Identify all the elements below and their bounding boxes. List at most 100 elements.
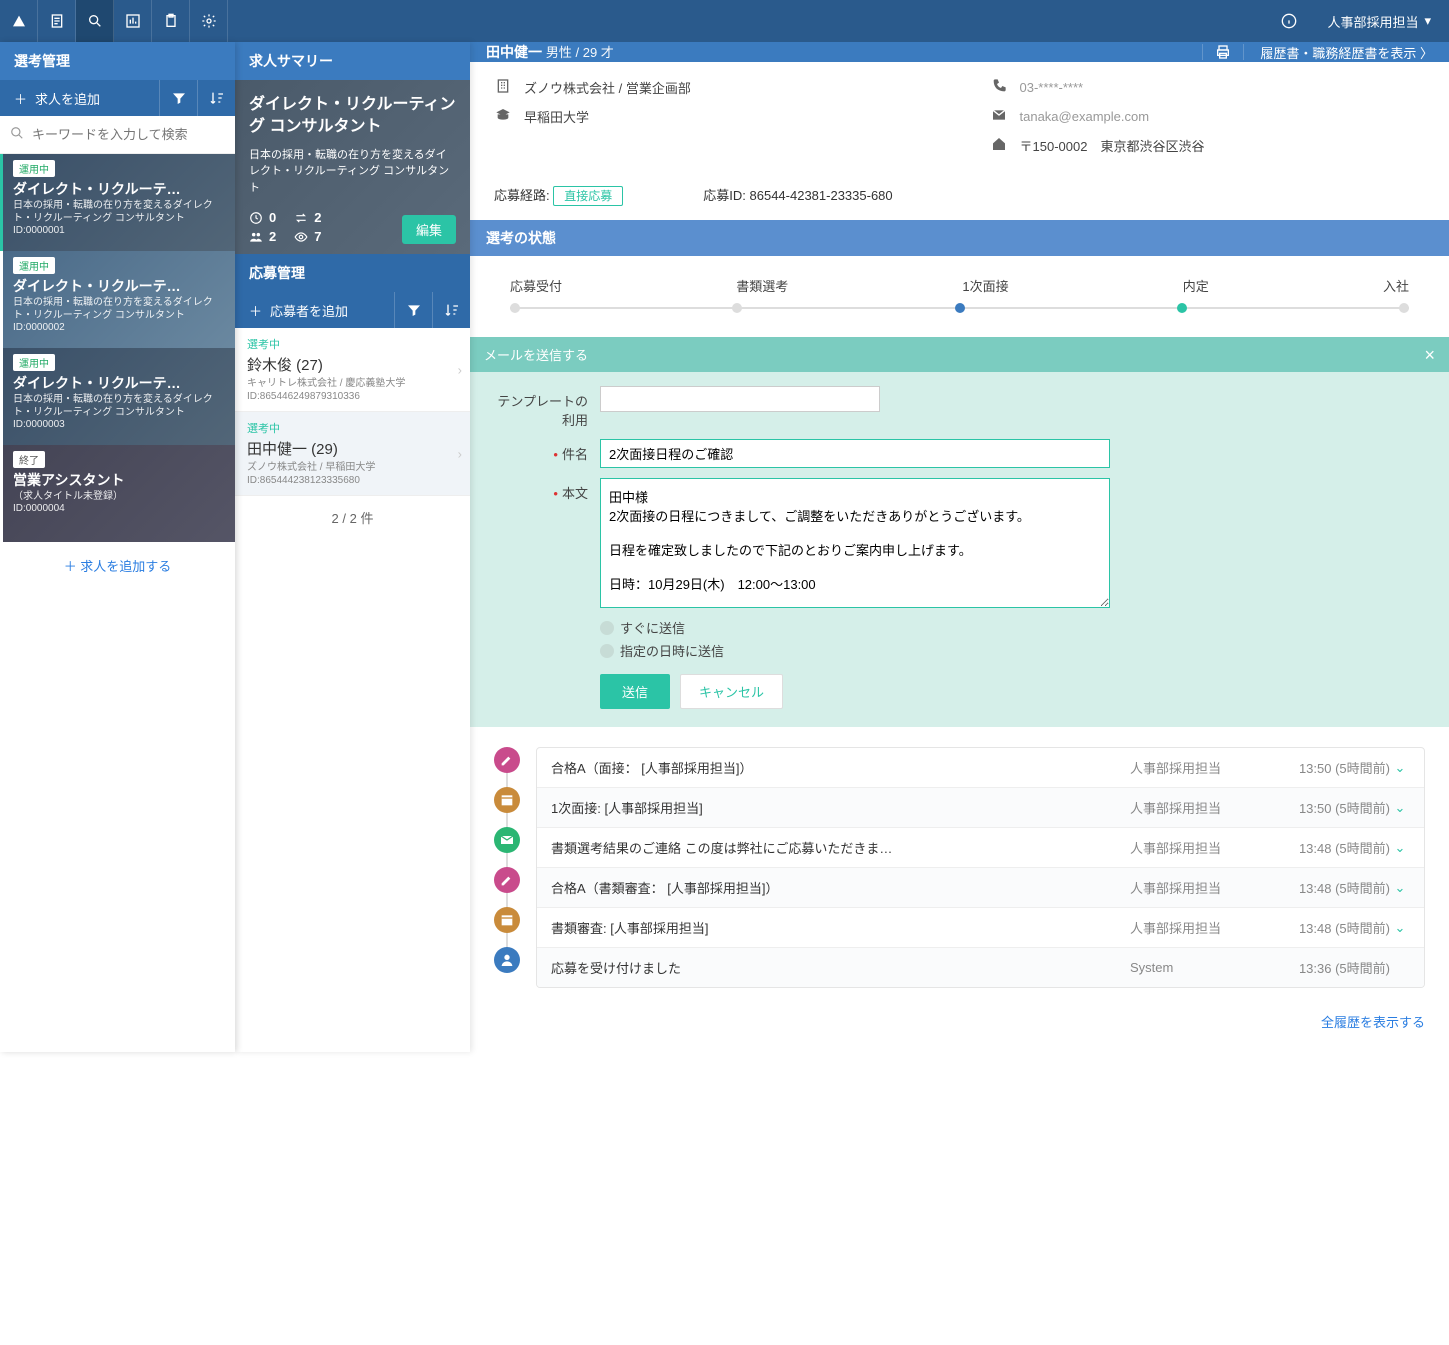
stage-dot[interactable] — [1177, 303, 1187, 313]
profile-school: 早稲田大学 — [524, 107, 589, 126]
chevron-down-icon[interactable]: ⌄ — [1390, 840, 1410, 856]
applicant-id: ID:865444238123335680 — [247, 474, 458, 487]
add-applicant-button[interactable]: ＋応募者を追加 — [235, 292, 394, 328]
mail-icon — [990, 107, 1008, 126]
timeline-row[interactable]: 1次面接: [人事部採用担当]人事部採用担当13:50 (5時間前)⌄ — [537, 788, 1424, 828]
stage-dot[interactable] — [732, 303, 742, 313]
mail-head-title: メールを送信する — [484, 345, 588, 364]
subject-input[interactable] — [600, 439, 1110, 468]
job-card[interactable]: 終了 営業アシスタント （求人タイトル未登録） ID:0000004 — [0, 445, 235, 542]
send-scheduled-option[interactable]: 指定の日時に送信 — [600, 641, 1431, 660]
timeline-title: 書類選考結果のご連絡 この度は弊社にご応募いただきま… — [551, 838, 1130, 857]
resume-link[interactable]: 履歴書・職務経歴書を表示 〉 — [1244, 43, 1449, 62]
show-all-link[interactable]: 全履歴を表示する — [470, 1008, 1449, 1052]
sort-icon[interactable] — [432, 292, 470, 328]
job-id: ID:0000002 — [13, 322, 225, 333]
summary-column: 求人サマリー ダイレクト・リクルーティング コンサルタント 日本の採用・転職の在… — [235, 42, 470, 1052]
add-job-button[interactable]: ＋求人を追加 — [0, 80, 159, 116]
building-icon — [494, 78, 512, 97]
stage-label: 書類選考 — [736, 276, 788, 295]
sort-icon[interactable] — [197, 80, 235, 116]
stage-label: 1次面接 — [962, 276, 1008, 295]
timeline-badge-calendar-icon — [494, 787, 520, 813]
applicant-name: 鈴木俊 (27) — [247, 354, 458, 375]
timeline-user: 人事部採用担当 — [1130, 838, 1260, 857]
filter-icon[interactable] — [394, 292, 432, 328]
job-desc: （求人タイトル未登録） — [13, 490, 225, 503]
stat-people: 2 — [249, 229, 276, 244]
applicant-meta: キャリトレ株式会社 / 慶応義塾大学 — [247, 377, 458, 390]
job-card[interactable]: 運用中 ダイレクト・リクルーテ… 日本の採用・転職の在り方を変えるダイレクト・リ… — [0, 154, 235, 251]
nav-user-menu[interactable]: 人事部採用担当▾ — [1309, 12, 1449, 31]
summary-head: 求人サマリー — [235, 42, 470, 80]
timeline-row[interactable]: 書類審査: [人事部採用担当]人事部採用担当13:48 (5時間前)⌄ — [537, 908, 1424, 948]
applicant-status: 選考中 — [247, 420, 458, 436]
timeline-time: 13:48 (5時間前) — [1260, 918, 1390, 937]
chevron-right-icon: › — [458, 362, 462, 377]
apply-id: 86544-42381-23335-680 — [750, 188, 893, 203]
job-status-tag: 終了 — [13, 451, 45, 468]
nav-info-icon[interactable] — [1269, 13, 1309, 29]
job-id: ID:0000003 — [13, 419, 225, 430]
close-icon[interactable]: × — [1424, 346, 1435, 364]
timeline-time: 13:48 (5時間前) — [1260, 878, 1390, 897]
applicant-head: 応募管理 — [235, 254, 470, 292]
job-card[interactable]: 運用中 ダイレクト・リクルーテ… 日本の採用・転職の在り方を変えるダイレクト・リ… — [0, 348, 235, 445]
stage-label: 入社 — [1383, 276, 1409, 295]
job-id: ID:0000004 — [13, 503, 225, 514]
search-bar — [0, 116, 235, 154]
print-icon[interactable] — [1202, 44, 1244, 60]
applicant-id: ID:865446249879310336 — [247, 390, 458, 403]
template-label: テンプレートの利用 — [488, 386, 588, 429]
job-status-tag: 運用中 — [13, 354, 55, 371]
nav-logo[interactable] — [0, 0, 38, 42]
apply-route-chip: 直接応募 — [553, 186, 623, 206]
timeline-badge-user-icon — [494, 947, 520, 973]
chevron-right-icon: › — [458, 446, 462, 461]
search-input[interactable] — [32, 127, 225, 142]
edit-button[interactable]: 編集 — [402, 215, 456, 244]
timeline-user: System — [1130, 960, 1260, 975]
chevron-down-icon[interactable]: ⌄ — [1390, 800, 1410, 816]
body-textarea[interactable] — [600, 478, 1110, 608]
timeline-badge-edit-icon — [494, 747, 520, 773]
job-desc: 日本の採用・転職の在り方を変えるダイレクト・リクルーティング コンサルタント — [13, 296, 225, 322]
nav-gear-icon[interactable] — [190, 0, 228, 42]
summary-title: ダイレクト・リクルーティング コンサルタント — [249, 94, 456, 139]
stat-clock: 0 — [249, 210, 276, 225]
send-now-option[interactable]: すぐに送信 — [600, 618, 1431, 637]
cancel-button[interactable]: キャンセル — [680, 674, 783, 709]
top-nav: 人事部採用担当▾ — [0, 0, 1449, 42]
profile-company: ズノウ株式会社 / 営業企画部 — [524, 78, 691, 97]
add-job-link[interactable]: ＋ 求人を追加する — [0, 542, 235, 589]
template-select[interactable] — [600, 386, 880, 412]
nav-doc-icon[interactable] — [38, 0, 76, 42]
apply-route-label: 応募経路: — [494, 188, 550, 203]
job-card[interactable]: 運用中 ダイレクト・リクルーテ… 日本の採用・転職の在り方を変えるダイレクト・リ… — [0, 251, 235, 348]
chevron-down-icon[interactable]: ⌄ — [1390, 880, 1410, 896]
applicant-row[interactable]: 選考中 鈴木俊 (27) キャリトレ株式会社 / 慶応義塾大学 ID:86544… — [235, 328, 470, 412]
job-title: ダイレクト・リクルーテ… — [13, 179, 225, 199]
send-button[interactable]: 送信 — [600, 674, 670, 709]
timeline-row[interactable]: 応募を受け付けましたSystem13:36 (5時間前) — [537, 948, 1424, 987]
timeline-badge-calendar-icon — [494, 907, 520, 933]
timeline-row[interactable]: 書類選考結果のご連絡 この度は弊社にご応募いただきま…人事部採用担当13:48 … — [537, 828, 1424, 868]
filter-icon[interactable] — [159, 80, 197, 116]
stage-dot[interactable] — [510, 303, 520, 313]
timeline: 合格A（面接： [人事部採用担当]）人事部採用担当13:50 (5時間前)⌄ 1… — [470, 727, 1449, 1008]
nav-clipboard-icon[interactable] — [152, 0, 190, 42]
timeline-row[interactable]: 合格A（面接： [人事部採用担当]）人事部採用担当13:50 (5時間前)⌄ — [537, 748, 1424, 788]
nav-search-user-icon[interactable] — [76, 0, 114, 42]
timeline-title: 書類審査: [人事部採用担当] — [551, 918, 1130, 937]
stage-dot[interactable] — [1399, 303, 1409, 313]
detail-column: 田中健一 男性 / 29 才 履歴書・職務経歴書を表示 〉 ズノウ株式会社 / … — [470, 42, 1449, 1052]
stage-dot[interactable] — [955, 303, 965, 313]
nav-chart-icon[interactable] — [114, 0, 152, 42]
timeline-row[interactable]: 合格A（書類審査： [人事部採用担当]）人事部採用担当13:48 (5時間前)⌄ — [537, 868, 1424, 908]
timeline-user: 人事部採用担当 — [1130, 798, 1260, 817]
profile-address: 〒150-0002 東京都渋谷区渋谷 — [1020, 136, 1205, 155]
applicant-row[interactable]: 選考中 田中健一 (29) ズノウ株式会社 / 早稲田大学 ID:8654442… — [235, 412, 470, 496]
chevron-down-icon[interactable]: ⌄ — [1390, 920, 1410, 936]
job-id: ID:0000001 — [13, 225, 225, 236]
chevron-down-icon[interactable]: ⌄ — [1390, 760, 1410, 776]
